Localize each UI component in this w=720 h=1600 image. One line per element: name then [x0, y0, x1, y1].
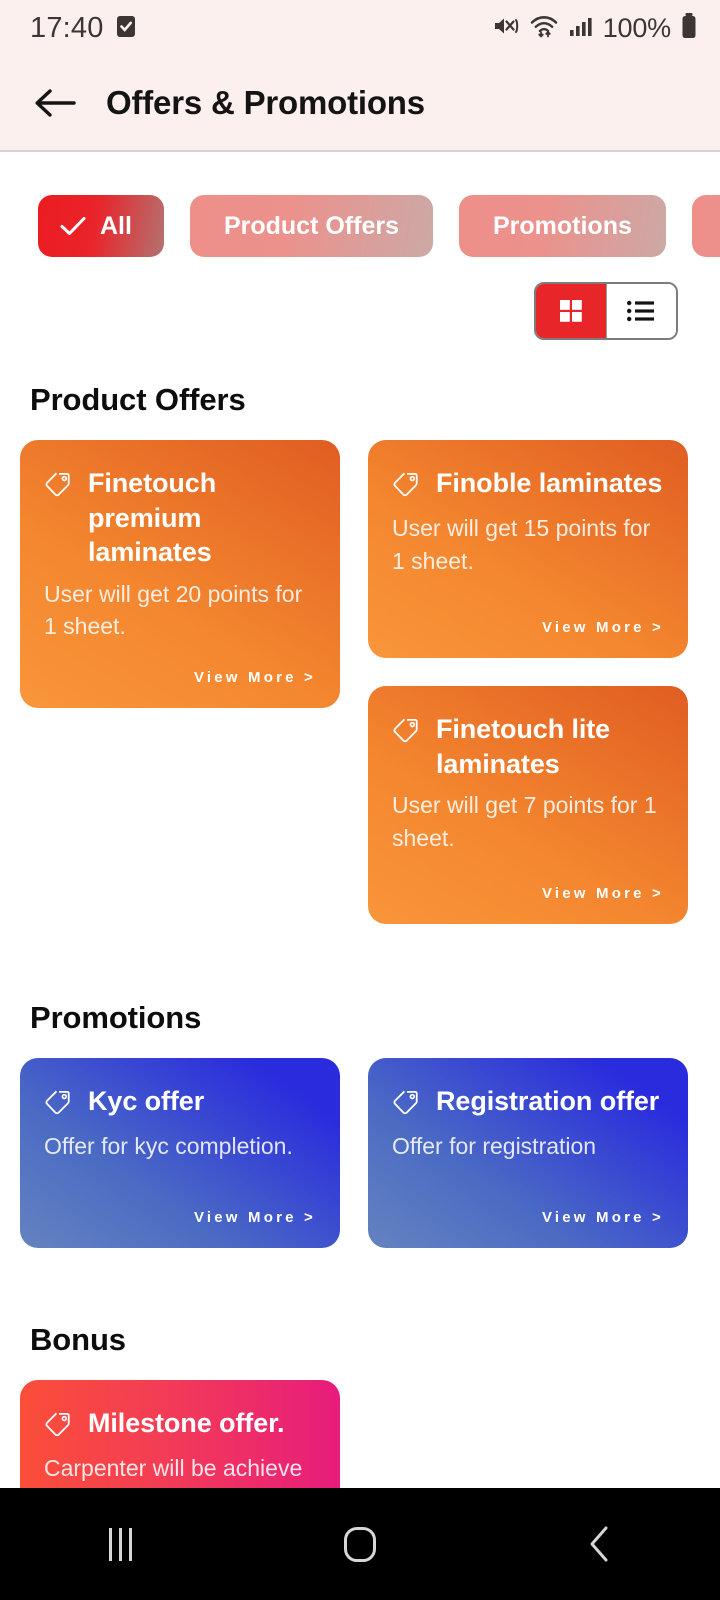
- card-title: Milestone offer.: [88, 1408, 285, 1438]
- card-title: Finoble laminates: [436, 468, 663, 498]
- android-nav-bar: [0, 1488, 720, 1600]
- card-header: Finoble laminates: [392, 466, 664, 504]
- filter-chip-bonus[interactable]: Bonus: [691, 195, 720, 257]
- grid-view-button[interactable]: [536, 284, 606, 338]
- tag-icon: [44, 1089, 72, 1122]
- filter-chip-label: Promotions: [492, 211, 632, 240]
- page-title: Offers & Promotions: [106, 84, 425, 121]
- promotion-card[interactable]: Kyc offer Offer for kyc completion. View…: [20, 1058, 340, 1248]
- card-title: Finetouch lite laminates: [436, 714, 611, 779]
- status-bar-left: 17:40: [30, 12, 137, 45]
- list-view-button[interactable]: [605, 284, 676, 338]
- home-button[interactable]: [300, 1488, 420, 1600]
- tag-icon: [392, 1089, 420, 1122]
- filter-chip-promotions[interactable]: Promotions: [458, 195, 666, 257]
- scrollable-content[interactable]: All Product Offers Promotions Bonus: [0, 152, 720, 1600]
- arrow-left-icon: [35, 89, 76, 117]
- view-toggle[interactable]: [534, 282, 678, 340]
- status-bar: 17:40 100%: [0, 0, 720, 56]
- list-view-icon: [627, 300, 655, 322]
- filter-chip-product-offers[interactable]: Product Offers: [189, 195, 433, 257]
- wifi-icon: [529, 13, 559, 44]
- card-title: Kyc offer: [88, 1086, 205, 1116]
- card-grid: Kyc offer Offer for kyc completion. View…: [20, 1058, 700, 1248]
- grid-view-icon: [559, 300, 582, 322]
- card-title: Registration offer: [436, 1086, 660, 1116]
- promotion-card[interactable]: Registration offer Offer for registratio…: [368, 1058, 688, 1248]
- recents-button[interactable]: [60, 1488, 180, 1600]
- task-checkbox-icon: [115, 13, 137, 44]
- app-bar: Offers & Promotions: [0, 56, 720, 152]
- filter-chip-label: All: [100, 211, 132, 240]
- status-bar-right: 100%: [492, 12, 698, 45]
- filter-chips[interactable]: All Product Offers Promotions Bonus: [0, 152, 720, 264]
- check-icon: [60, 216, 86, 236]
- tag-icon: [392, 471, 420, 504]
- back-button-nav[interactable]: [540, 1488, 660, 1600]
- card-column-left: Finetouch premium laminates User will ge…: [20, 440, 340, 708]
- card-header: Kyc offer: [44, 1084, 316, 1122]
- phone-screen: 17:40 100% Offers & Promotions All Produ…: [0, 0, 720, 1600]
- card-header: Registration offer: [392, 1084, 664, 1122]
- card-description: User will get 15 points for 1 sheet.: [392, 515, 651, 574]
- back-button[interactable]: [30, 78, 80, 128]
- tag-icon: [44, 471, 72, 504]
- section-title: Bonus: [30, 1322, 126, 1357]
- section-title: Promotions: [30, 1000, 202, 1035]
- mute-icon: [492, 13, 520, 44]
- status-clock: 17:40: [30, 11, 104, 44]
- card-column-right: Registration offer Offer for registratio…: [368, 1058, 688, 1248]
- card-column-right: Finoble laminates User will get 15 point…: [368, 440, 688, 924]
- card-header: Finetouch premium laminates: [44, 466, 316, 570]
- cellular-signal-icon: [568, 13, 594, 44]
- view-more-link[interactable]: View More >: [542, 1183, 664, 1226]
- tag-icon: [392, 717, 420, 750]
- filter-chip-label: Product Offers: [223, 211, 399, 240]
- card-title: Finetouch premium laminates: [88, 468, 217, 568]
- view-toggle-row: [0, 264, 720, 340]
- card-description: User will get 20 points for 1 sheet.: [44, 580, 303, 640]
- battery-percent: 100%: [602, 12, 671, 43]
- section-promotions: Promotions Kyc offer Offer for kyc compl…: [0, 1000, 720, 1248]
- offer-card[interactable]: Finetouch premium laminates User will ge…: [20, 440, 340, 708]
- view-more-link[interactable]: View More >: [194, 1183, 316, 1226]
- card-description: User will get 7 points for 1 sheet.: [392, 792, 657, 851]
- offer-card[interactable]: Finoble laminates User will get 15 point…: [368, 440, 688, 658]
- recents-icon: [108, 1527, 132, 1561]
- offer-card[interactable]: Finetouch lite laminates User will get 7…: [368, 686, 688, 924]
- card-column-left: Kyc offer Offer for kyc completion. View…: [20, 1058, 340, 1248]
- tag-icon: [44, 1411, 72, 1444]
- home-icon: [344, 1526, 376, 1562]
- card-description: Offer for kyc completion.: [44, 1133, 293, 1159]
- view-more-link[interactable]: View More >: [542, 593, 664, 636]
- card-header: Finetouch lite laminates: [392, 712, 664, 781]
- view-more-link[interactable]: View More >: [542, 859, 664, 902]
- card-grid: Finetouch premium laminates User will ge…: [20, 440, 700, 924]
- section-title: Product Offers: [30, 382, 246, 417]
- filter-chip-all[interactable]: All: [38, 195, 164, 257]
- back-icon: [590, 1526, 608, 1562]
- card-description: Offer for registration: [392, 1133, 597, 1159]
- section-product-offers: Product Offers Finetouch premium laminat…: [0, 382, 720, 924]
- battery-icon: [680, 12, 698, 45]
- view-more-link[interactable]: View More >: [194, 643, 316, 686]
- card-header: Milestone offer.: [44, 1406, 316, 1444]
